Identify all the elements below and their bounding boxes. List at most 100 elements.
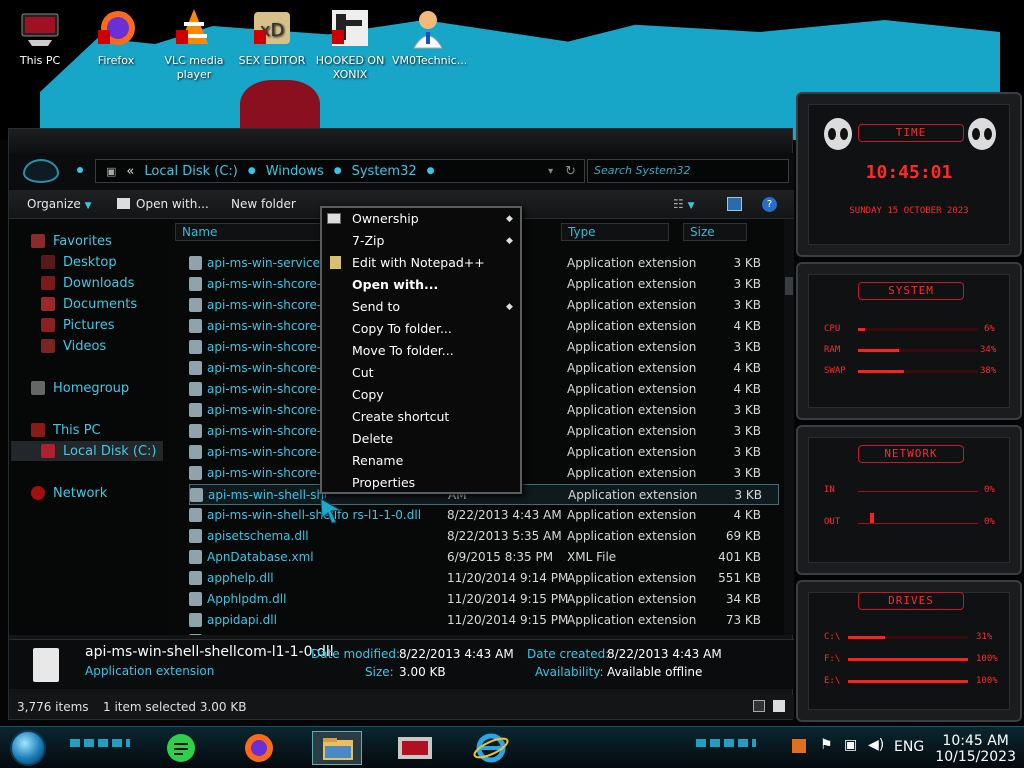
drive-usage-bar [848,658,968,661]
menu-item-edit-with-notepad[interactable]: Edit with Notepad++ [352,253,485,273]
gadget-network: NETWORK IN 0% OUT 0% [796,425,1022,575]
start-button[interactable] [10,730,46,766]
language-indicator[interactable]: ENG [894,739,924,755]
taskbar-internet-explorer[interactable] [466,731,516,765]
menu-item-copy-to-folder[interactable]: Copy To folder... [352,319,452,339]
file-type: Application extension [567,613,697,627]
flag-icon[interactable]: ⚑ [820,737,833,753]
window-titlebar[interactable] [9,129,792,153]
desktop-icon-firefox[interactable]: Firefox [80,6,152,68]
address-dropdown-icon[interactable]: ▾ [548,166,553,177]
table-row[interactable]: api-ms-win-shell-shellfo rs-l1-1-0.dll 8/… [189,505,779,526]
menu-item-rename[interactable]: Rename [352,451,403,471]
breadcrumb-separator-icon[interactable]: ● [427,166,435,176]
desktop-icon-hex-editor[interactable]: xD SEX EDITOR [236,6,308,68]
desktop-icon-this-pc[interactable]: This PC [4,6,76,68]
drive-value: 100% [976,676,998,686]
network-tray-icon[interactable]: ▣ [844,737,857,753]
breadcrumb-local-disk[interactable]: Local Disk (C:) [144,164,237,179]
menu-item-send-to[interactable]: Send to [352,297,400,317]
breadcrumb-separator-icon[interactable]: ● [248,166,256,176]
table-row[interactable]: apphelp.dll 11/20/2014 9:14 PM Application… [189,568,779,589]
file-type: Application extension [568,488,698,502]
file-name: api-ms-win-shcore-stre [207,382,325,396]
table-row[interactable]: apisetschema.dll 8/22/2013 5:35 AM Applica… [189,526,779,547]
preview-pane-icon[interactable] [727,197,742,211]
menu-item-properties[interactable]: Properties [352,473,415,493]
drive-usage-fill [848,636,886,639]
gadget-network-title: NETWORK [858,445,964,463]
gadget-clock: 10:45:01 [865,162,953,183]
menu-item-cut[interactable]: Cut [352,363,374,383]
details-availability: Available offline [607,665,703,679]
file-name: api-ms-win-shcore-sys [207,424,325,438]
back-forward-orb[interactable] [23,159,59,183]
menu-item-open-with[interactable]: Open with... [352,275,438,295]
menu-item-create-shortcut[interactable]: Create shortcut [352,407,449,427]
menu-item-7-zip[interactable]: 7-Zip [352,231,384,251]
desktop-icon-label: Firefox [97,54,135,67]
search-input[interactable]: Search System32 [587,159,789,183]
file-type: Application extension [567,256,697,270]
table-row[interactable]: appidapi.dll 11/20/2014 9:15 PM Applicatio… [189,610,779,631]
table-row[interactable]: Apphlpdm.dll 11/20/2014 9:15 PM Applicatio… [189,589,779,610]
file-name: api-ms-win-service-wi [207,256,325,270]
context-menu: Ownership ◆ 7-Zip ◆ Edit with Notepad++ Open … [320,206,522,494]
network-out-spike [870,513,874,523]
help-icon[interactable]: ? [762,197,777,212]
nav-local-disk[interactable]: Local Disk (C:) [41,441,156,461]
taskbar-game[interactable] [390,731,440,765]
menu-item-delete[interactable]: Delete [352,429,393,449]
nav-favorites[interactable]: Favorites [31,231,112,251]
column-header-size[interactable]: Size [683,223,747,241]
nav-network[interactable]: Network [31,483,107,503]
table-row[interactable]: appidcertstorecheck.exe11/20/2014 9:15 P… [189,631,779,635]
file-name: ApnDatabase.xml [207,550,314,564]
downloads-icon [41,276,55,290]
refresh-icon[interactable]: ↻ [565,164,576,179]
column-header-type[interactable]: Type [561,223,669,241]
taskbar-clock[interactable]: 10:45 AM 10/15/2023 [935,733,1016,765]
file-icon [189,382,202,396]
desktop-icon-vlc[interactable]: VLC media player [158,6,230,82]
table-row[interactable]: ApnDatabase.xml 6/9/2015 8:35 PM XML File 4… [189,547,779,568]
view-options-icon[interactable]: ☷ ▼ [673,197,695,211]
forward-dot-icon[interactable] [77,167,83,173]
nav-videos[interactable]: Videos [41,336,106,356]
nav-desktop[interactable]: Desktop [41,252,117,272]
large-icons-view-icon[interactable] [773,700,785,712]
volume-icon[interactable]: ◀) [868,737,884,753]
organize-button[interactable]: Organize ▼ [27,197,92,211]
breadcrumb-separator-icon[interactable]: ● [334,166,342,176]
nav-documents[interactable]: Documents [41,294,137,314]
nav-downloads[interactable]: Downloads [41,273,134,293]
nav-pictures[interactable]: Pictures [41,315,114,335]
desktop-icon-vm0[interactable]: VM0Technic... [392,6,467,68]
vertical-scrollbar[interactable] [784,219,794,635]
menu-item-move-to-folder[interactable]: Move To folder... [352,341,454,361]
desktop-icon-xonix[interactable]: HOOKED ON XONIX [314,6,386,82]
menu-item-copy[interactable]: Copy [352,385,384,405]
details-view-icon[interactable] [753,700,765,712]
internet-explorer-icon [473,733,509,763]
nav-homegroup[interactable]: Homegroup [31,378,129,398]
file-size: 3 KB [733,298,761,312]
details-availability-label: Availability: [535,665,604,679]
drive-value: 100% [976,654,998,664]
system-tray: ⚑ ▣ ◀) ENG 10:45 AM 10/15/2023 [786,733,1020,765]
taskbar-notes-app[interactable] [156,731,206,765]
breadcrumb-windows[interactable]: Windows [266,164,324,179]
taskbar-file-explorer[interactable] [312,731,362,765]
tray-app-icon[interactable] [792,739,806,753]
new-folder-button[interactable]: New folder [231,197,296,211]
breadcrumb-system32[interactable]: System32 [352,164,417,179]
menu-item-ownership[interactable]: Ownership [352,209,419,229]
scrollbar-thumb[interactable] [785,277,793,295]
taskbar-firefox[interactable] [234,731,284,765]
open-with-button[interactable]: Open with... [117,197,209,211]
nav-this-pc[interactable]: This PC [31,420,101,440]
file-name: api-ms-win-shell-shellc [208,488,326,502]
address-bar[interactable]: ▣ « Local Disk (C:) ● Windows ● System32… [95,159,585,183]
swap-label: SWAP [824,366,846,376]
column-header-name[interactable]: Name [175,223,325,241]
